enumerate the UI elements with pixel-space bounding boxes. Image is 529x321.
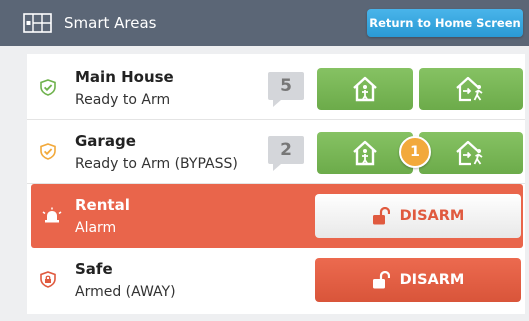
- arm-away-house-icon: [456, 76, 483, 102]
- siren-icon: [42, 207, 62, 223]
- arm-away-button[interactable]: [419, 132, 523, 174]
- area-row-safe: Safe Armed (AWAY) DISARM: [27, 248, 525, 312]
- area-row-garage: Garage Ready to Arm (BYPASS) 2 1: [27, 120, 525, 184]
- area-status: Armed (AWAY): [75, 284, 176, 300]
- smart-areas-grid-icon: [23, 13, 52, 33]
- unlocked-padlock-icon: [372, 271, 390, 289]
- area-row-rental: Rental Alarm DISARM: [31, 184, 523, 248]
- area-name: Main House: [75, 68, 174, 86]
- sensor-count-badge: 5: [268, 72, 304, 107]
- arm-stay-house-icon: [353, 140, 377, 166]
- area-status: Ready to Arm (BYPASS): [75, 156, 238, 172]
- unlocked-padlock-icon: [372, 207, 390, 225]
- disarm-button[interactable]: DISARM: [315, 258, 521, 302]
- area-row-main-house: Main House Ready to Arm 5: [27, 56, 525, 120]
- return-home-button[interactable]: Return to Home Screen: [367, 9, 523, 37]
- shield-check-icon: [40, 79, 56, 96]
- area-name: Garage: [75, 132, 136, 150]
- bypass-count-badge: 1: [399, 136, 431, 168]
- disarm-label: DISARM: [399, 208, 465, 224]
- area-status: Alarm: [75, 220, 117, 236]
- shield-check-icon: [40, 143, 56, 160]
- arm-stay-house-icon: [353, 76, 377, 102]
- disarm-button[interactable]: DISARM: [315, 194, 521, 238]
- disarm-label: DISARM: [399, 272, 465, 288]
- sensor-count-badge: 2: [268, 136, 304, 171]
- arm-away-house-icon: [456, 140, 483, 166]
- area-name: Rental: [75, 196, 130, 214]
- page-title: Smart Areas: [64, 14, 157, 32]
- arm-away-button[interactable]: [419, 68, 523, 110]
- arm-stay-button[interactable]: [317, 68, 413, 110]
- area-name: Safe: [75, 260, 113, 278]
- shield-armed-icon: [40, 271, 56, 288]
- area-status: Ready to Arm: [75, 92, 171, 108]
- top-bar: Smart Areas Return to Home Screen: [0, 0, 529, 46]
